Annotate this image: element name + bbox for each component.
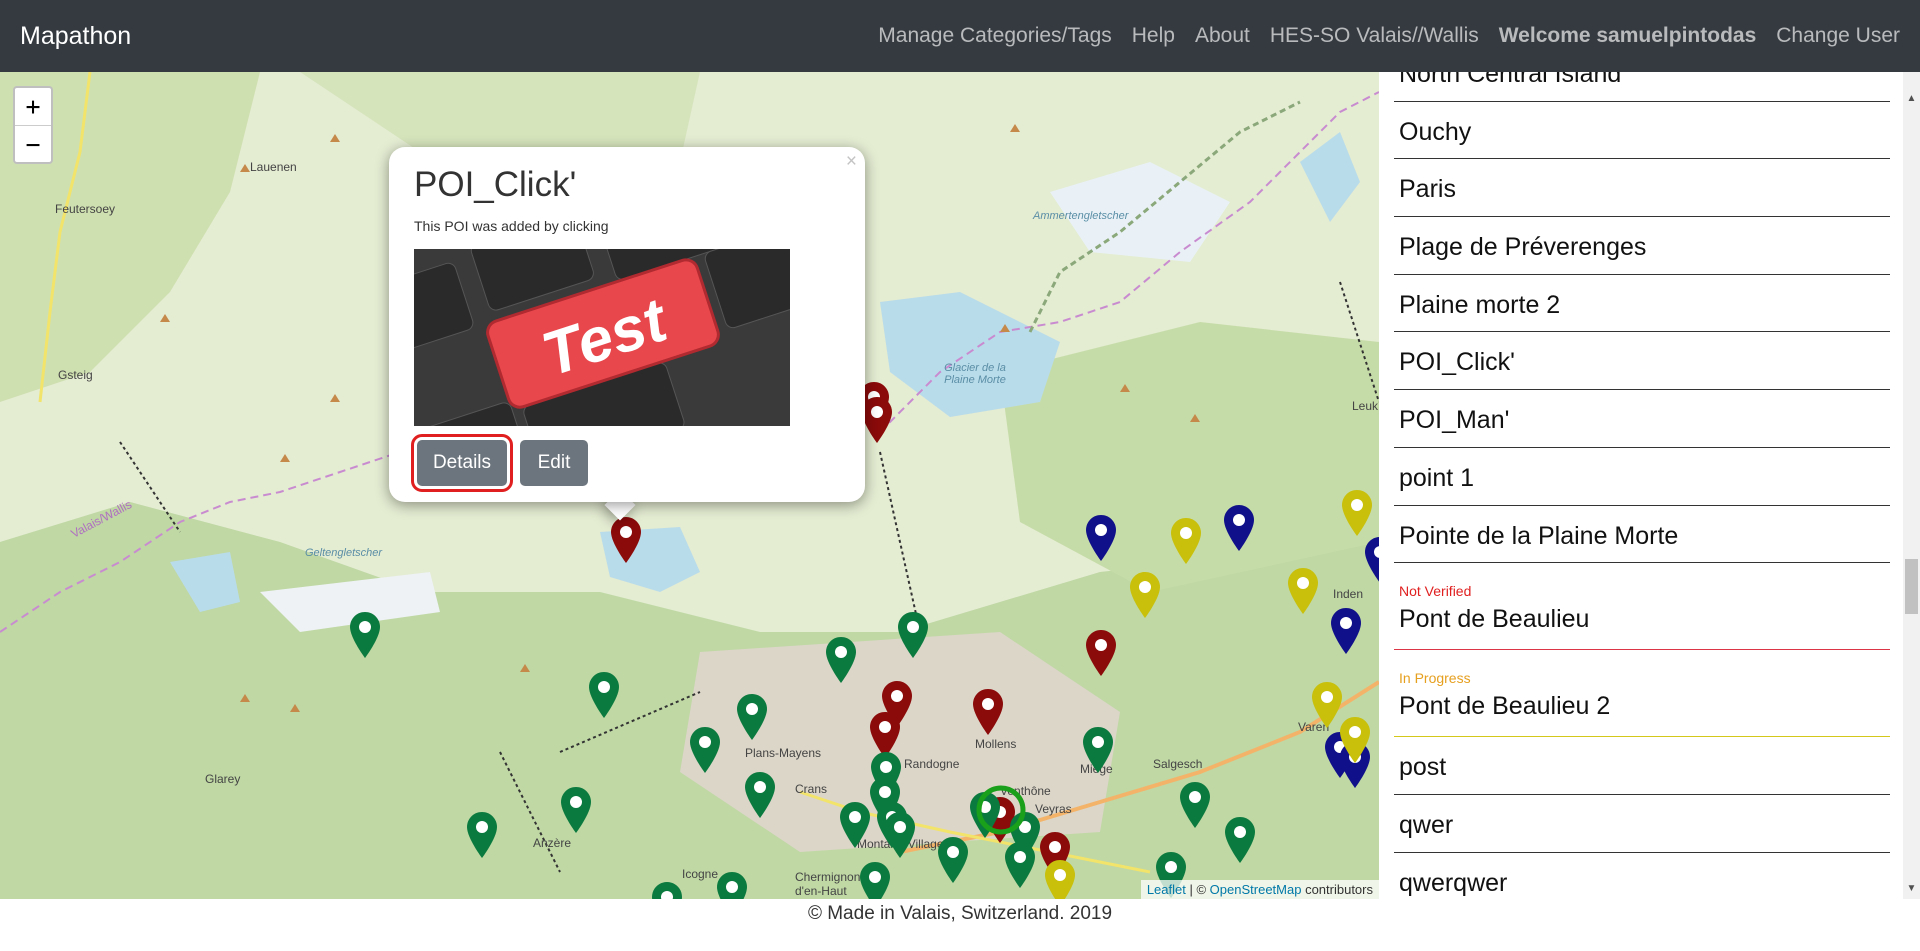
list-item[interactable]: Plaine morte 2 [1394, 275, 1890, 333]
list-item[interactable]: In Progress Pont de Beaulieu 2 [1394, 650, 1890, 738]
poi-list-items: North Central Island Ouchy Paris Plage d… [1394, 72, 1890, 899]
nav-hes-so[interactable]: HES-SO Valais//Wallis [1270, 24, 1479, 48]
list-item[interactable]: post [1394, 737, 1890, 795]
attribution-contributors: contributors [1301, 882, 1373, 897]
list-item[interactable]: Paris [1394, 159, 1890, 218]
scroll-down-icon[interactable]: ▼ [1903, 880, 1920, 897]
list-item-name: Ouchy [1399, 117, 1472, 146]
list-item[interactable]: qwer [1394, 795, 1890, 853]
zoom-in-button[interactable]: + [15, 88, 51, 125]
popup-description: This POI was added by clicking [414, 218, 609, 234]
details-button[interactable]: Details [411, 434, 513, 492]
list-item[interactable]: POI_Man' [1394, 390, 1890, 448]
list-item[interactable]: North Central Island [1394, 72, 1890, 102]
brand[interactable]: Mapathon [20, 22, 131, 51]
list-item-name: Pont de Beaulieu 2 [1399, 692, 1611, 721]
nav-manage-categories[interactable]: Manage Categories/Tags [878, 24, 1111, 48]
footer: © Made in Valais, Switzerland. 2019 [0, 899, 1920, 951]
status-in-progress: In Progress [1399, 670, 1471, 687]
footer-text: © Made in Valais, Switzerland. 2019 [807, 903, 1113, 924]
list-item-name: Paris [1399, 175, 1456, 204]
list-item-name: qwerqwer [1399, 868, 1508, 897]
nav-about[interactable]: About [1195, 24, 1250, 48]
popup-close-button[interactable]: × [846, 151, 857, 173]
edit-button[interactable]: Edit [520, 440, 588, 486]
navbar: Mapathon Manage Categories/Tags Help Abo… [0, 0, 1920, 72]
poi-list[interactable]: North Central Island Ouchy Paris Plage d… [1379, 72, 1920, 899]
list-item-name: post [1399, 753, 1447, 782]
list-item[interactable]: Pointe de la Plaine Morte [1394, 506, 1890, 564]
list-item-name: point 1 [1399, 463, 1475, 492]
map[interactable]: Lauenen Feutersoey Gsteig Ammertengletsc… [0, 72, 1379, 899]
list-item[interactable]: point 1 [1394, 448, 1890, 506]
list-item[interactable]: Ouchy [1394, 102, 1890, 160]
status-not-verified: Not Verified [1399, 583, 1472, 600]
list-scrollbar[interactable]: ▲ ▼ [1903, 72, 1920, 899]
list-item-name: Plaine morte 2 [1399, 290, 1561, 319]
leaflet-link[interactable]: Leaflet [1147, 882, 1186, 897]
list-item[interactable]: POI_Click' [1394, 332, 1890, 391]
osm-link[interactable]: OpenStreetMap [1210, 882, 1302, 897]
list-item-name: North Central Island [1399, 72, 1622, 88]
list-item[interactable]: Not Verified Pont de Beaulieu [1394, 563, 1890, 651]
zoom-control: + − [13, 86, 53, 164]
poi-popup: × POI_Click' This POI was added by click… [389, 147, 865, 502]
scroll-up-icon[interactable]: ▲ [1903, 90, 1920, 107]
list-item-name: Plage de Préverenges [1399, 233, 1647, 262]
nav-help[interactable]: Help [1132, 24, 1175, 48]
zoom-out-button[interactable]: − [15, 125, 51, 162]
list-item[interactable]: Plage de Préverenges [1394, 217, 1890, 275]
welcome-user: Welcome samuelpintodas [1498, 24, 1757, 47]
attribution-sep: | © [1185, 882, 1210, 897]
popup-image: Test [414, 249, 790, 426]
scroll-thumb[interactable] [1905, 559, 1918, 614]
popup-title: POI_Click' [414, 165, 577, 204]
nav-change-user[interactable]: Change User [1776, 24, 1900, 48]
list-item-name: Pointe de la Plaine Morte [1399, 521, 1679, 550]
list-item-name: POI_Click' [1399, 348, 1515, 377]
nav-links: Manage Categories/Tags Help About HES-SO… [858, 24, 1900, 48]
map-attribution: Leaflet | © OpenStreetMap contributors [1140, 880, 1379, 899]
list-item-name: Pont de Beaulieu [1399, 605, 1590, 634]
list-item[interactable]: qwerqwer [1394, 853, 1890, 899]
list-item-name: POI_Man' [1399, 406, 1510, 435]
list-item-name: qwer [1399, 810, 1454, 839]
